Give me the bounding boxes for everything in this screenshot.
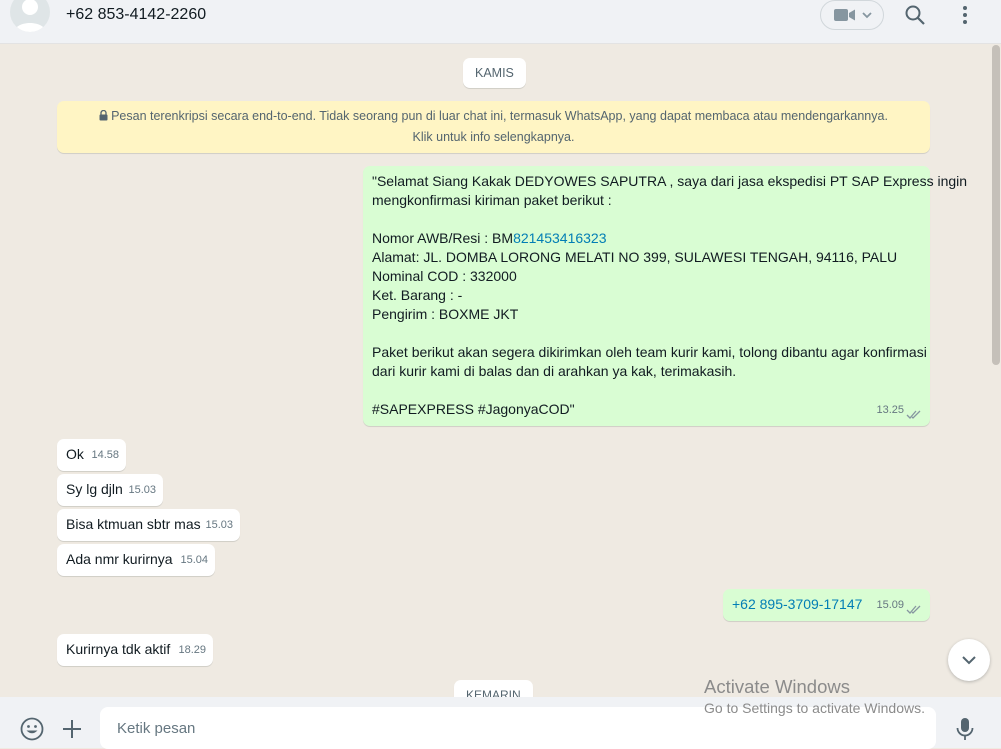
incoming-message[interactable]: Kurirnya tdk aktif 18.29 [57, 634, 213, 666]
incoming-message[interactable]: Ada nmr kurirnya 15.04 [57, 544, 215, 576]
message-line: Pengirim : BOXME JKT [372, 306, 519, 322]
avatar-placeholder-icon [14, 0, 46, 32]
message-time: 15.09 [876, 599, 904, 611]
message-time: 18.29 [178, 644, 206, 656]
message-line: Alamat: JL. DOMBA LORONG MELATI NO 399, … [372, 249, 898, 265]
message-line: dari kurir kami di balas dan di arahkan … [372, 363, 737, 379]
message-text: Sy lg djln [66, 481, 123, 497]
message-line-awb: Nomor AWB/Resi : BM821453416323 [372, 229, 921, 248]
scroll-to-bottom-button[interactable] [948, 639, 990, 681]
awb-label: Nomor AWB/Resi : BM [372, 230, 514, 246]
message-line: Ket. Barang : - [372, 287, 463, 303]
double-check-icon [906, 605, 921, 614]
awb-phone-link[interactable]: 821453416323 [513, 230, 606, 246]
outgoing-message-phone[interactable]: +62 895-3709-17147 15.09 [723, 589, 930, 621]
chat-header: +62 853-4142-2260 [0, 0, 1001, 44]
message-time: 15.03 [128, 484, 156, 496]
attach-plus-icon[interactable] [62, 719, 82, 739]
microphone-icon[interactable] [955, 717, 975, 741]
message-time: 15.03 [205, 519, 233, 531]
contact-avatar[interactable] [10, 0, 50, 32]
video-call-button[interactable] [820, 0, 884, 30]
date-chip-kamis: KAMIS [463, 58, 526, 88]
outgoing-message-confirmation[interactable]: "Selamat Siang Kakak DEDYOWES SAPUTRA , … [363, 166, 968, 426]
message-time: 14.58 [91, 449, 119, 461]
incoming-message[interactable]: Ok 14.58 [57, 439, 126, 471]
emoji-icon[interactable] [20, 717, 44, 741]
chevron-down-icon [862, 12, 872, 19]
encryption-notice[interactable]: Pesan terenkripsi secara end-to-end. Tid… [57, 101, 930, 153]
message-line: mengkonfirmasi kiriman paket berikut : [372, 192, 612, 208]
message-line: "Selamat Siang Kakak DEDYOWES SAPUTRA , … [372, 173, 968, 189]
menu-icon[interactable] [956, 4, 974, 26]
chat-scrollbar-thumb[interactable] [992, 45, 1000, 365]
encryption-notice-text: Pesan terenkripsi secara end-to-end. Tid… [111, 109, 888, 123]
message-text: Ada nmr kurirnya [66, 551, 173, 567]
message-input[interactable] [100, 707, 936, 749]
lock-icon [99, 110, 108, 121]
double-check-icon [906, 410, 921, 419]
phone-number-link[interactable]: +62 895-3709-17147 [732, 596, 862, 612]
message-text: Ok [66, 446, 84, 462]
encryption-notice-link[interactable]: Klik untuk info selengkapnya. [57, 127, 930, 148]
message-text: Kurirnya tdk aktif [66, 641, 171, 657]
message-time: 15.04 [180, 554, 208, 566]
message-time: 13.25 [876, 404, 904, 416]
video-camera-icon [834, 9, 855, 21]
message-composer [0, 697, 1001, 749]
incoming-message[interactable]: Sy lg djln 15.03 [57, 474, 163, 506]
incoming-message[interactable]: Bisa ktmuan sbtr mas 15.03 [57, 509, 240, 541]
search-icon[interactable] [904, 4, 926, 26]
contact-name[interactable]: +62 853-4142-2260 [66, 6, 206, 24]
message-line: Paket berikut akan segera dikirimkan ole… [372, 344, 927, 360]
message-line: Nominal COD : 332000 [372, 268, 517, 284]
message-text: Bisa ktmuan sbtr mas [66, 516, 201, 532]
date-chip-kemarin: KEMARIN [454, 680, 533, 697]
message-line: #SAPEXPRESS #JagonyaCOD" [372, 401, 575, 417]
chat-area[interactable]: KAMIS Pesan terenkripsi secara end-to-en… [0, 44, 990, 697]
chevron-down-icon [962, 656, 976, 665]
